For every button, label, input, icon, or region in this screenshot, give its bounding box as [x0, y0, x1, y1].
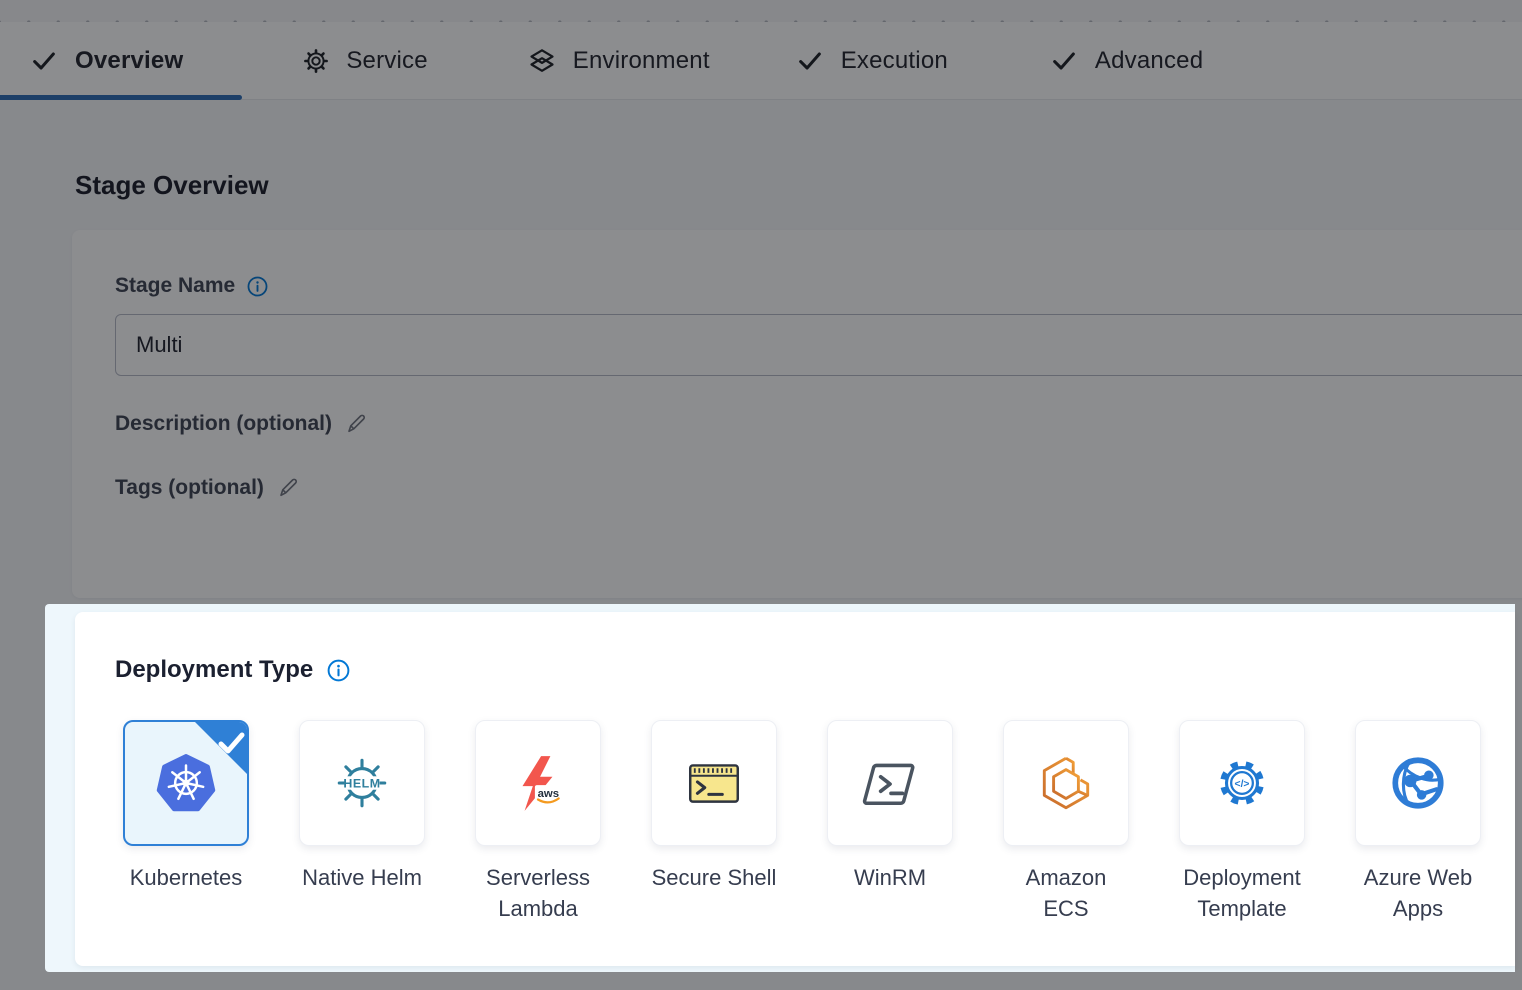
amazon-ecs-tile	[1003, 720, 1129, 846]
amazon-ecs-icon	[1035, 752, 1097, 814]
azure-globe-icon	[1387, 752, 1449, 814]
terminal-icon	[683, 752, 745, 814]
gear-code-icon: </>	[1211, 752, 1273, 814]
serverless-lambda-tile: aws	[475, 720, 601, 846]
stage-config-screen: Overview Service	[0, 0, 1522, 990]
kubernetes-tile	[123, 720, 249, 846]
deployment-option-label: Serverless Lambda	[475, 862, 601, 924]
winrm-tile	[827, 720, 953, 846]
powershell-icon	[859, 752, 921, 814]
deployment-type-panel: Deployment Type	[45, 604, 1515, 972]
svg-text:HELM: HELM	[343, 777, 380, 791]
azure-web-apps-tile	[1355, 720, 1481, 846]
deployment-option-label: Amazon ECS	[1003, 862, 1129, 924]
svg-text:aws: aws	[538, 788, 559, 800]
deployment-option-amazon-ecs[interactable]: Amazon ECS	[1003, 720, 1179, 924]
deployment-option-label: Kubernetes	[123, 862, 249, 893]
secure-shell-tile	[651, 720, 777, 846]
deployment-option-label: WinRM	[827, 862, 953, 893]
deployment-option-deployment-template[interactable]: </> Deployment Template	[1179, 720, 1355, 924]
deployment-template-tile: </>	[1179, 720, 1305, 846]
deployment-type-card: Deployment Type	[75, 612, 1515, 966]
deployment-option-label: Native Helm	[299, 862, 425, 893]
helm-icon: HELM	[331, 752, 393, 814]
deployment-option-winrm[interactable]: WinRM	[827, 720, 1003, 924]
deployment-option-azure-web-apps[interactable]: Azure Web Apps	[1355, 720, 1522, 924]
deployment-option-native-helm[interactable]: HELM Native Helm	[299, 720, 475, 924]
info-icon[interactable]	[327, 659, 350, 682]
deployment-option-label: Deployment Template	[1179, 862, 1305, 924]
deployment-options: Kubernetes HE	[123, 720, 1522, 924]
deployment-type-title: Deployment Type	[115, 656, 313, 684]
deployment-option-serverless-lambda[interactable]: aws Serverless Lambda	[475, 720, 651, 924]
deployment-option-kubernetes[interactable]: Kubernetes	[123, 720, 299, 924]
svg-text:</>: </>	[1235, 779, 1250, 790]
deployment-option-label: Azure Web Apps	[1355, 862, 1481, 924]
selected-check-corner	[194, 721, 248, 775]
serverless-aws-icon: aws	[507, 752, 569, 814]
native-helm-tile: HELM	[299, 720, 425, 846]
deployment-option-label: Secure Shell	[651, 862, 777, 893]
deployment-option-secure-shell[interactable]: Secure Shell	[651, 720, 827, 924]
